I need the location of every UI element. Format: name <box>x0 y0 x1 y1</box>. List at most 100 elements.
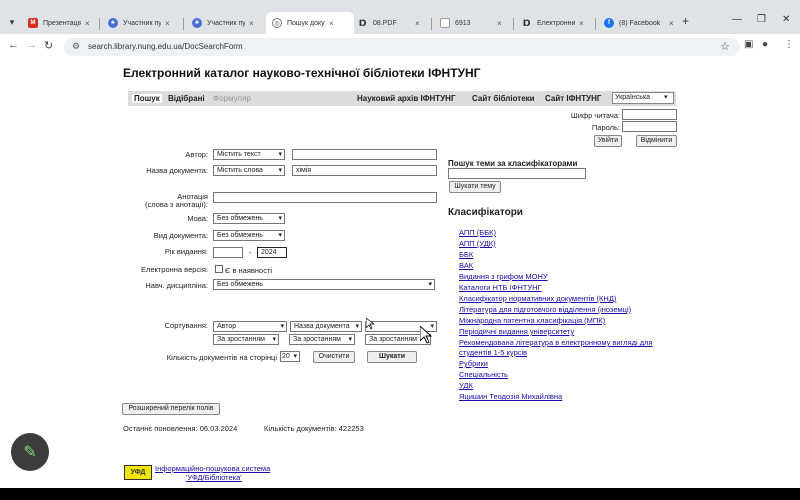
reload-icon[interactable]: ↻ <box>44 39 53 52</box>
discipline-label: Навч. дисципліна: <box>145 281 208 290</box>
language-filter-select[interactable]: Без обмежень <box>213 213 285 224</box>
close-icon[interactable]: × <box>415 19 420 28</box>
close-icon[interactable]: × <box>329 19 334 28</box>
nav-favorites[interactable]: Відібрані <box>168 94 205 103</box>
order2-select[interactable]: За зростанням <box>289 334 355 345</box>
close-icon[interactable]: × <box>165 19 170 28</box>
tab-title: (8) Facebook <box>619 19 661 27</box>
gmail-icon: M <box>28 18 38 28</box>
classifier-link[interactable]: Спеціальність <box>459 370 508 379</box>
tab-search-dropdown[interactable]: ▾ <box>4 14 20 30</box>
tab-doc-search[interactable]: ◎ Пошук докум × <box>266 12 354 34</box>
annotation-input[interactable] <box>213 192 437 203</box>
classifier-link[interactable]: студентів 1-5 курсів <box>459 348 527 357</box>
classifier-link[interactable]: АПП (ББК) <box>459 228 496 237</box>
classifier-link[interactable]: ББК <box>459 250 473 259</box>
reader-code-label: Шифр читача: <box>570 111 620 120</box>
login-button[interactable]: Увійти <box>594 135 622 147</box>
menu-icon[interactable]: ⋮ <box>784 39 794 50</box>
annotation-sublabel: (слова з анотації): <box>144 200 208 209</box>
tab-electronic[interactable]: Ɒ Електронний × <box>516 12 590 34</box>
tab-title: Участник пуб <box>123 19 161 27</box>
search-topic-button[interactable]: Шукати тему <box>449 181 501 193</box>
nav-search[interactable]: Пошук <box>132 94 162 103</box>
ufd-logo[interactable]: УФД <box>124 465 152 480</box>
new-tab-button[interactable]: + <box>682 14 689 28</box>
edit-pen-button[interactable]: ✎ <box>11 433 49 471</box>
sort2-select[interactable]: Назва документа <box>290 321 362 332</box>
clear-button[interactable]: Очистити <box>313 351 355 363</box>
order1-select[interactable]: За зростанням <box>213 334 279 345</box>
classifier-link[interactable]: Каталоги НТБ ІФНТУНГ <box>459 283 542 292</box>
tab-title: 6913 <box>455 19 471 27</box>
mouse-cursor-icon <box>366 318 374 330</box>
doctype-select[interactable]: Без обмежень <box>213 230 285 241</box>
password-input[interactable] <box>622 121 677 132</box>
close-icon[interactable]: × <box>669 19 674 28</box>
forward-icon[interactable]: → <box>26 39 37 51</box>
site-icon: ♣ <box>192 18 202 28</box>
search-button[interactable]: Шукати <box>367 351 417 363</box>
nav-ifntung-site[interactable]: Сайт ІФНТУНГ <box>545 94 601 103</box>
sidebar-icon[interactable]: ▣ <box>744 39 753 50</box>
tab-participant-2[interactable]: ♣ Участник пуб × <box>186 12 260 34</box>
minimize-button[interactable]: — <box>732 14 742 25</box>
classifier-link[interactable]: Міжнародна патентна класифікація (МПК) <box>459 316 605 325</box>
title-mode-select[interactable]: Містить слова <box>213 165 285 176</box>
cancel-login-button[interactable]: Відмінити <box>636 135 677 147</box>
per-page-select[interactable]: 20 <box>280 351 300 362</box>
classifier-link[interactable]: УДК <box>459 381 473 390</box>
author-label: Автор: <box>185 150 208 159</box>
extended-fields-button[interactable]: Розширений перелік полів <box>122 403 220 415</box>
tab-facebook[interactable]: f (8) Facebook × <box>598 12 680 34</box>
nav-library-site[interactable]: Сайт бібліотеки <box>472 94 535 103</box>
classifier-link[interactable]: Періодичні видання університету <box>459 327 574 336</box>
classifiers-title: Класифікатори <box>448 207 523 218</box>
sort1-select[interactable]: Автор <box>213 321 287 332</box>
back-icon[interactable]: ← <box>8 39 19 51</box>
classifier-link[interactable]: Класифікатор нормативних документів (КНД… <box>459 294 616 303</box>
maximize-button[interactable]: ❐ <box>757 14 766 25</box>
classifier-link[interactable]: Видання з грифом МОНУ <box>459 272 548 281</box>
close-icon[interactable]: × <box>497 19 502 28</box>
close-icon[interactable]: × <box>579 19 584 28</box>
tab-6913[interactable]: 6913 × <box>434 12 508 34</box>
footer-link-line2[interactable]: 'УФД/Бібліотека' <box>186 473 242 482</box>
classifier-link[interactable]: Література для підготовчого відділення (… <box>459 305 631 314</box>
reader-code-input[interactable] <box>622 109 677 120</box>
title-input[interactable]: хімія <box>292 165 437 176</box>
language-label: Мова: <box>187 214 208 223</box>
document-count-text: Кількість документів: 422253 <box>264 424 364 433</box>
web-page: Електронний каталог науково-технічної бі… <box>0 60 800 488</box>
sort-label: Сортування: <box>164 321 208 330</box>
classifier-search-input[interactable] <box>448 168 586 179</box>
close-icon[interactable]: × <box>85 19 90 28</box>
nav-archive[interactable]: Науковий архів ІФНТУНГ <box>357 94 455 103</box>
close-icon[interactable]: × <box>249 19 254 28</box>
discipline-select[interactable]: Без обмежень <box>213 279 435 290</box>
close-window-button[interactable]: ✕ <box>782 14 790 25</box>
footer-link-line1[interactable]: Інформаційно-пошукова система <box>155 464 270 473</box>
ebook-checkbox[interactable] <box>215 265 223 273</box>
classifier-link[interactable]: Яцишин Теодозія Михайлівна <box>459 392 562 401</box>
doctype-label: Вид документа: <box>153 231 208 240</box>
profile-icon[interactable]: ● <box>762 39 768 50</box>
nav-form[interactable]: Формуляр <box>213 94 251 103</box>
year-to-input[interactable]: 2024 <box>257 247 287 258</box>
classifier-link[interactable]: Рекомендована література в електронному … <box>459 338 653 347</box>
year-label: Рік видання: <box>164 247 208 256</box>
site-info-icon[interactable]: ⚙ <box>72 41 80 52</box>
author-mode-select[interactable]: Містить текст <box>213 149 285 160</box>
facebook-icon: f <box>604 18 614 28</box>
address-bar[interactable]: ⚙ search.library.nung.edu.ua/DocSearchFo… <box>64 38 740 56</box>
nav-bar: Пошук Відібрані Формуляр Науковий архів … <box>128 91 676 106</box>
tab-participant-1[interactable]: ♣ Участник пуб × <box>102 12 176 34</box>
bookmark-star-icon[interactable]: ☆ <box>720 40 730 53</box>
tab-pdf[interactable]: Ɒ 08.PDF × <box>352 12 426 34</box>
tab-presentation[interactable]: M Презентація × <box>22 12 96 34</box>
year-from-input[interactable] <box>213 247 243 258</box>
classifier-link[interactable]: АПП (УДК) <box>459 239 496 248</box>
classifier-link[interactable]: Рубрики <box>459 359 488 368</box>
author-input[interactable] <box>292 149 437 160</box>
classifier-link[interactable]: ВАК <box>459 261 473 270</box>
